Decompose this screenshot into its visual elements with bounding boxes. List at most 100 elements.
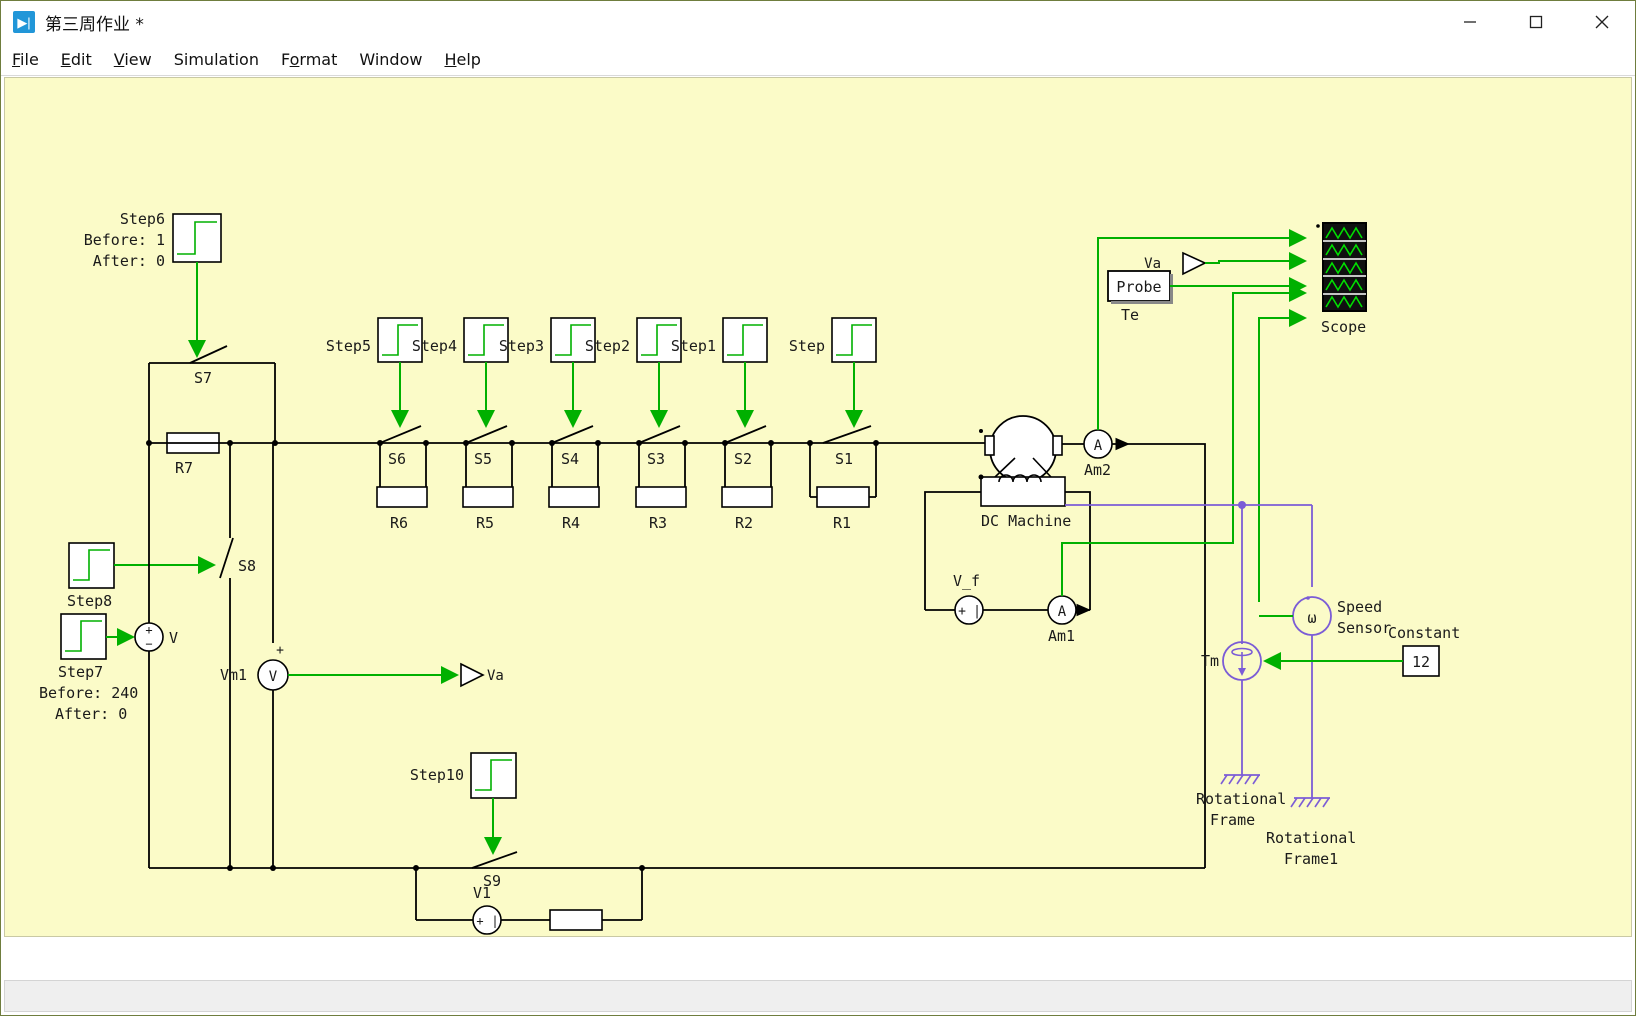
menu-edit[interactable]: Edit <box>50 48 103 71</box>
menu-format[interactable]: Format <box>270 48 348 71</box>
signal-va-to-scope <box>1205 252 1307 270</box>
switch-s4-blade[interactable] <box>551 425 594 444</box>
menu-help-rest: elp <box>456 49 481 69</box>
label-step3: Step3 <box>499 337 544 355</box>
block-dc-machine[interactable] <box>978 415 1066 507</box>
menu-view[interactable]: View <box>103 48 163 71</box>
switch-s7-blade[interactable] <box>189 345 228 364</box>
block-vm1[interactable]: V + <box>257 643 289 691</box>
block-r5[interactable] <box>462 486 514 508</box>
switch-s1-blade[interactable] <box>822 425 872 444</box>
junction-dot <box>682 440 688 446</box>
v-minus: − <box>145 637 152 651</box>
constant-value: 12 <box>1412 653 1430 671</box>
label-step7-after: After: 0 <box>55 705 127 723</box>
window-controls <box>1437 1 1635 43</box>
block-step1[interactable] <box>722 317 768 363</box>
label-step1: Step1 <box>671 337 716 355</box>
block-r3[interactable] <box>635 486 687 508</box>
switch-s3-blade[interactable] <box>638 425 681 444</box>
scope-port-dot <box>1316 224 1320 228</box>
block-r6[interactable] <box>376 486 428 508</box>
simulink-window: ▶| 第三周作业 * File Edit View Simulation For… <box>0 0 1636 1016</box>
switch-s2-blade[interactable] <box>724 425 767 444</box>
junction-dot <box>549 440 555 446</box>
switch-s6-blade[interactable] <box>379 425 422 444</box>
maximize-icon[interactable] <box>1503 1 1569 43</box>
label-r2: R2 <box>735 514 753 532</box>
label-r5: R5 <box>476 514 494 532</box>
minimize-icon[interactable] <box>1437 1 1503 43</box>
from-tag-va-top[interactable] <box>1182 251 1207 276</box>
label-s6: S6 <box>388 450 406 468</box>
goto-tag-va[interactable] <box>460 662 485 688</box>
label-step7-before: Before: 240 <box>39 684 138 702</box>
label-s4: S4 <box>561 450 579 468</box>
menu-window[interactable]: Window <box>348 48 433 71</box>
block-scope[interactable] <box>1316 222 1367 312</box>
block-step6[interactable] <box>172 213 222 263</box>
menu-file[interactable]: File <box>1 48 50 71</box>
block-step8[interactable] <box>68 542 115 589</box>
polarity-dot <box>979 429 983 433</box>
block-r1[interactable] <box>816 486 870 508</box>
block-probe[interactable]: Probe <box>1107 270 1173 304</box>
dc-field-box <box>980 476 1066 507</box>
label-va-top: Va <box>1144 256 1161 272</box>
label-r6: R6 <box>390 514 408 532</box>
label-s8: S8 <box>238 557 256 575</box>
block-speed-sensor[interactable]: ω <box>1292 596 1332 636</box>
block-r4[interactable] <box>548 486 600 508</box>
label-s3: S3 <box>647 450 665 468</box>
block-step10[interactable] <box>470 752 517 799</box>
block-r8[interactable] <box>549 909 603 931</box>
close-icon[interactable] <box>1569 1 1635 43</box>
vf-minus: | <box>973 604 981 619</box>
block-step7[interactable] <box>60 613 107 660</box>
menu-simulation[interactable]: Simulation <box>163 48 270 71</box>
block-tm[interactable] <box>1222 641 1262 681</box>
junction-dot <box>807 440 813 446</box>
switch-s9-blade[interactable] <box>471 851 518 869</box>
group-s4-r4: S4 R4 <box>548 425 601 532</box>
vm1-glyph: V <box>269 669 278 685</box>
label-am1-am2: Am2 <box>1084 461 1111 479</box>
vf-plus: + <box>958 604 966 619</box>
v-plus: + <box>145 623 152 637</box>
block-r2[interactable] <box>721 486 773 508</box>
v1-plus: + <box>476 914 483 928</box>
group-s1-r1: S1 R1 <box>807 425 879 532</box>
label-step10: Step10 <box>410 766 464 784</box>
label-dc-machine: DC Machine <box>981 512 1071 530</box>
block-am2[interactable]: A <box>1062 429 1130 459</box>
block-am1[interactable]: A <box>1047 595 1091 625</box>
wire-field-loop-right <box>1065 491 1091 610</box>
label-step6-after: After: 0 <box>93 252 165 270</box>
junction-dot <box>636 440 642 446</box>
switch-s5-blade[interactable] <box>465 425 508 444</box>
wire-armature-return <box>1129 443 1206 868</box>
label-speed-sensor-2: Sensor <box>1337 619 1391 637</box>
junction-dot <box>377 440 383 446</box>
probe-label: Probe <box>1116 278 1161 296</box>
wire-field-loop-left <box>924 491 981 610</box>
ground-rotational-frame[interactable] <box>1220 774 1260 785</box>
label-s1: S1 <box>835 450 853 468</box>
label-v: V <box>169 629 178 647</box>
label-step7: Step7 <box>58 663 103 681</box>
label-v1: V1 <box>473 884 491 902</box>
group-s5-r5: S5 R5 <box>462 425 515 532</box>
block-constant[interactable]: 12 <box>1402 645 1440 677</box>
label-speed-sensor-1: Speed <box>1337 598 1382 616</box>
block-v-source[interactable]: + − <box>134 622 164 652</box>
block-v1[interactable]: + | <box>472 905 502 935</box>
switch-s8-blade[interactable] <box>219 537 234 579</box>
block-vf[interactable]: + | <box>954 595 984 625</box>
ground-rotational-frame1[interactable] <box>1290 797 1330 808</box>
block-step[interactable] <box>831 317 877 363</box>
vm1-plus: + <box>276 643 284 658</box>
model-canvas[interactable]: Step6 Before: 1 After: 0 Step5 Step4 Ste… <box>4 77 1632 937</box>
label-step: Step <box>789 337 825 355</box>
junction-dot <box>595 440 601 446</box>
menu-help[interactable]: Help <box>433 48 491 71</box>
